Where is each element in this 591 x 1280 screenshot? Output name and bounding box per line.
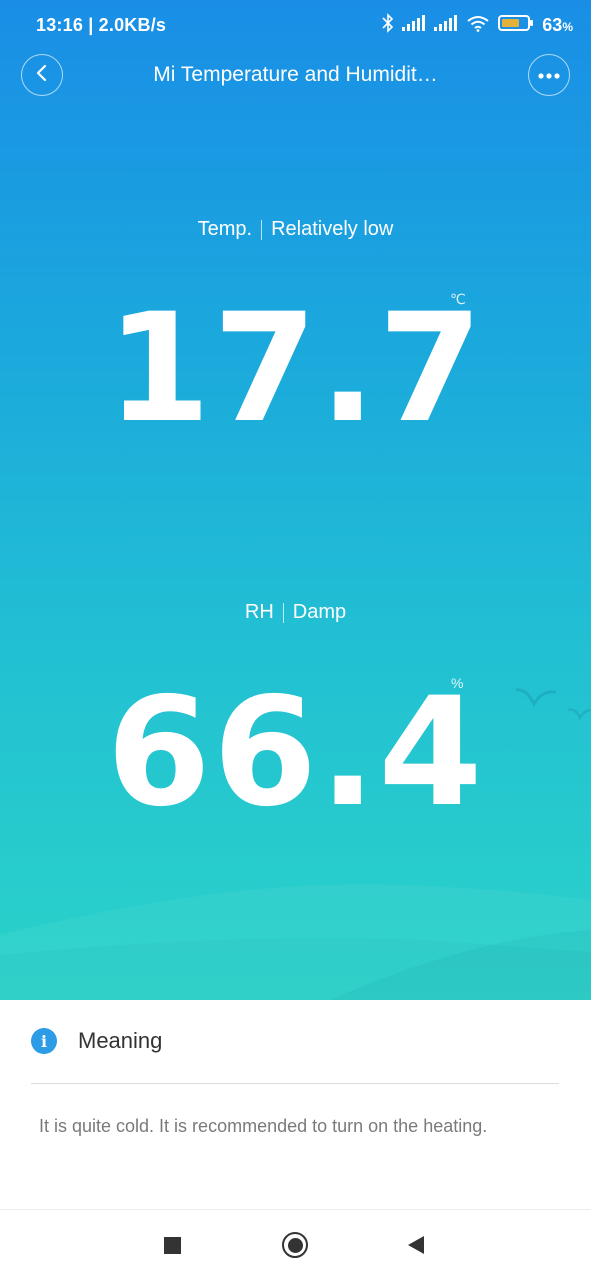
- humidity-label: RH Damp: [0, 601, 591, 624]
- signal-icon: [434, 14, 458, 37]
- meaning-title: Meaning: [78, 1028, 163, 1053]
- status-time-speed: 13:16 | 2.0KB/s: [36, 15, 167, 35]
- more-horizontal-icon: [538, 66, 560, 84]
- temperature-status: Relatively low: [271, 218, 394, 240]
- meaning-text: It is quite cold. It is recommended to t…: [39, 1116, 488, 1136]
- bluetooth-icon: [382, 13, 394, 38]
- meaning-header: i Meaning: [31, 1028, 162, 1054]
- humidity-value: 66.4: [106, 666, 485, 840]
- chevron-left-icon: [35, 63, 49, 88]
- temperature-value: 17.7: [106, 282, 485, 456]
- label-divider: [282, 602, 284, 623]
- birds-icon: [515, 688, 591, 722]
- signal-icon: [402, 14, 426, 37]
- system-nav-bar: [0, 1209, 591, 1280]
- divider: [31, 1083, 559, 1084]
- wifi-icon: [466, 14, 490, 37]
- back-icon[interactable]: [406, 1235, 426, 1260]
- info-icon: i: [31, 1028, 57, 1054]
- recents-icon[interactable]: [164, 1237, 181, 1254]
- top-bar: Mi Temperature and Humidit…: [0, 52, 591, 98]
- home-icon[interactable]: [282, 1232, 308, 1258]
- more-options-button[interactable]: [528, 54, 570, 96]
- battery-percent: 63%: [542, 15, 573, 35]
- back-button[interactable]: [21, 54, 63, 96]
- humidity-caption: RH: [244, 601, 274, 623]
- hero-panel: 13:16 | 2.0KB/s 63% Mi Temperature and H…: [0, 0, 591, 1000]
- temperature-label: Temp. Relatively low: [0, 218, 591, 241]
- battery-icon: [498, 14, 534, 37]
- humidity-status: Damp: [292, 601, 347, 623]
- label-divider: [261, 219, 263, 240]
- wave-background: [0, 884, 591, 1000]
- meaning-card: i Meaning It is quite cold. It is recomm…: [0, 1000, 591, 1208]
- page-title: Mi Temperature and Humidit…: [153, 63, 438, 86]
- status-bar: 13:16 | 2.0KB/s 63%: [0, 0, 591, 52]
- temperature-caption: Temp.: [197, 218, 253, 240]
